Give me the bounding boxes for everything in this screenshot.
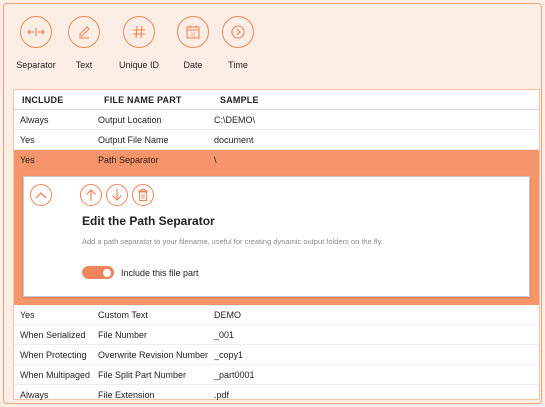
part-cell: Path Separator xyxy=(98,155,159,165)
include-cell: Always xyxy=(20,389,49,400)
move-down-button[interactable] xyxy=(106,184,128,206)
include-cell: Yes xyxy=(20,309,35,320)
add-text-button[interactable]: Text xyxy=(60,16,108,76)
add-separator-button[interactable]: Separator xyxy=(12,16,60,76)
part-cell: Output Location xyxy=(98,114,162,125)
table-row-selected[interactable]: Yes Path Separator \ xyxy=(14,150,539,170)
include-column-header: INCLUDE xyxy=(22,94,64,105)
file-part-toolbar: Separator Text Unique ID 31 Date Time xyxy=(12,16,260,76)
sample-cell: DEMO xyxy=(214,309,241,320)
trash-icon xyxy=(138,188,148,202)
part-cell: Custom Text xyxy=(98,309,148,320)
part-cell: File Number xyxy=(98,329,148,340)
part-cell: Overwrite Revision Number xyxy=(98,349,209,360)
separator-icon xyxy=(20,16,52,48)
delete-button[interactable] xyxy=(132,184,154,206)
sample-cell: _part0001 xyxy=(214,369,255,380)
sample-cell: .pdf xyxy=(214,389,230,400)
include-cell: Yes xyxy=(20,134,35,145)
toggle-knob xyxy=(103,268,111,277)
hash-icon xyxy=(123,16,155,48)
table-row[interactable]: When Serialized File Number _001 xyxy=(14,325,539,345)
time-label: Time xyxy=(228,60,248,70)
sample-cell: \ xyxy=(214,155,217,165)
unique-id-label: Unique ID xyxy=(118,60,160,70)
part-cell: Output File Name xyxy=(98,134,169,145)
add-date-button[interactable]: 31 Date xyxy=(170,16,216,76)
detail-title: Edit the Path Separator xyxy=(82,214,215,228)
detail-description: Add a path separator to your filename, u… xyxy=(82,237,383,246)
clock-arrow-icon xyxy=(222,16,254,48)
part-cell: File Split Part Number xyxy=(98,369,187,380)
table-row[interactable]: Always File Extension .pdf xyxy=(14,385,539,405)
add-unique-id-button[interactable]: Unique ID xyxy=(108,16,170,76)
sample-cell: C:\DEMO\ xyxy=(214,114,256,125)
pencil-icon xyxy=(68,16,100,48)
text-label: Text xyxy=(75,60,93,70)
file-name-parts-table: INCLUDE FILE NAME PART SAMPLE Always Out… xyxy=(13,89,540,405)
collapse-button[interactable] xyxy=(30,184,52,206)
include-cell: When Protecting xyxy=(20,349,87,360)
row-detail-panel: Edit the Path Separator Add a path separ… xyxy=(23,176,530,297)
arrow-down-icon xyxy=(112,189,122,201)
table-row[interactable]: Always Output Location C:\DEMO\ xyxy=(14,110,539,130)
include-cell: Always xyxy=(20,114,49,125)
include-toggle-label: Include this file part xyxy=(121,267,199,278)
table-row[interactable]: Yes Custom Text DEMO xyxy=(14,305,539,325)
table-header: INCLUDE FILE NAME PART SAMPLE xyxy=(14,90,539,110)
add-time-button[interactable]: Time xyxy=(216,16,260,76)
calendar-icon: 31 xyxy=(177,16,209,48)
move-up-button[interactable] xyxy=(80,184,102,206)
sample-column-header: SAMPLE xyxy=(220,94,259,105)
row-detail-container: Edit the Path Separator Add a path separ… xyxy=(14,170,539,305)
table-row[interactable]: When Multipaged File Split Part Number _… xyxy=(14,365,539,385)
table-row[interactable]: Yes Output File Name document xyxy=(14,130,539,150)
include-toggle[interactable] xyxy=(82,266,114,279)
chevron-up-icon xyxy=(35,192,47,199)
part-cell: File Extension xyxy=(98,389,155,400)
date-label: Date xyxy=(183,60,203,70)
sample-cell: _copy1 xyxy=(214,349,244,360)
separator-label: Separator xyxy=(16,60,56,70)
include-cell: When Multipaged xyxy=(20,369,91,380)
arrow-up-icon xyxy=(86,189,96,201)
include-cell: Yes xyxy=(20,155,35,165)
svg-text:31: 31 xyxy=(190,33,196,39)
row-actions xyxy=(80,184,154,206)
table-row[interactable]: When Protecting Overwrite Revision Numbe… xyxy=(14,345,539,365)
file-name-part-column-header: FILE NAME PART xyxy=(104,94,182,105)
app-frame: Separator Text Unique ID 31 Date Time IN… xyxy=(3,3,542,405)
include-cell: When Serialized xyxy=(20,329,86,340)
sample-cell: document xyxy=(214,134,254,145)
include-toggle-row: Include this file part xyxy=(82,266,199,279)
sample-cell: _001 xyxy=(214,329,235,340)
